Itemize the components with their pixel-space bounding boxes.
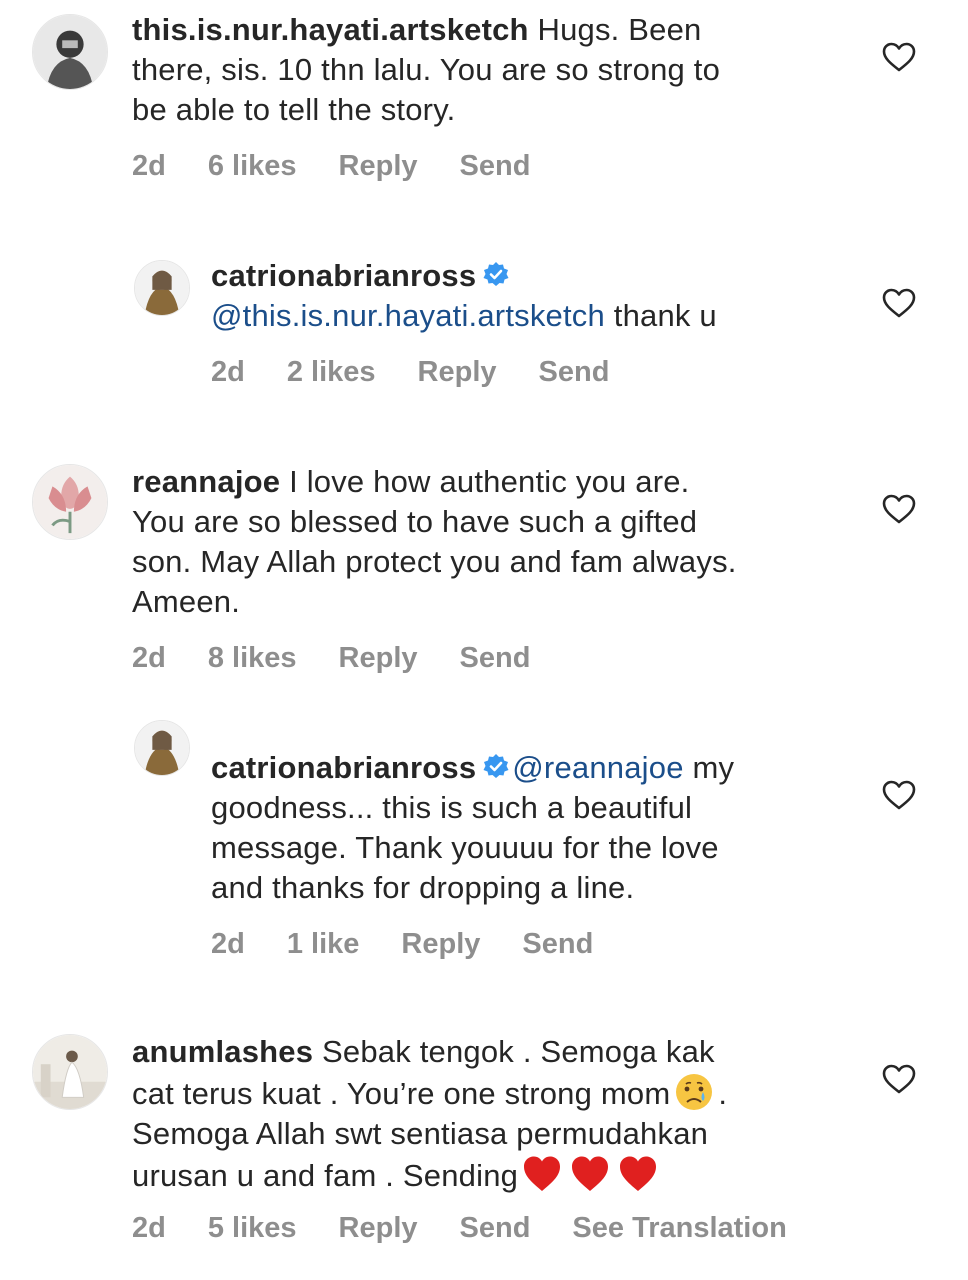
send-button[interactable]: Send — [460, 1212, 531, 1245]
send-button[interactable]: Send — [460, 642, 531, 675]
timestamp: 2d — [132, 150, 166, 182]
reply-button[interactable]: Reply — [339, 642, 418, 675]
comment-meta: 2d 5 likes Reply Send See Translation — [132, 1212, 829, 1245]
likes-count[interactable]: 8 likes — [208, 642, 297, 675]
avatar[interactable] — [32, 464, 108, 540]
timestamp: 2d — [211, 928, 245, 960]
comment-meta: 2d 1 like Reply Send — [211, 928, 635, 961]
red-heart-emoji — [620, 1156, 657, 1191]
timestamp: 2d — [132, 642, 166, 674]
avatar[interactable] — [32, 14, 108, 90]
send-button[interactable]: Send — [460, 150, 531, 183]
send-button[interactable]: Send — [539, 356, 610, 389]
comment-username[interactable]: catrionabrianross — [211, 258, 476, 293]
comment-text: anumlashes Sebak tengok . Semoga kak cat… — [132, 1034, 728, 1193]
see-translation-button[interactable]: See Translation — [572, 1212, 786, 1245]
comment-text: catrionabrianross @this.is.nur.hayati.ar… — [211, 258, 717, 333]
red-heart-emoji — [524, 1156, 561, 1191]
heart-outline-icon[interactable] — [882, 1064, 916, 1094]
comment-username[interactable]: catrionabrianross — [211, 750, 476, 785]
avatar[interactable] — [32, 1034, 108, 1110]
likes-count[interactable]: 2 likes — [287, 356, 376, 389]
comment-text: reannajoe I love how authentic you are. … — [132, 464, 737, 619]
reply-button[interactable]: Reply — [339, 150, 418, 183]
heart-outline-icon[interactable] — [882, 288, 916, 318]
comment-username[interactable]: anumlashes — [132, 1034, 313, 1069]
comment-text: this.is.nur.hayati.artsketch Hugs. Been … — [132, 12, 721, 127]
mention-link[interactable]: @this.is.nur.hayati.artsketch — [211, 298, 605, 333]
likes-count[interactable]: 1 like — [287, 928, 360, 961]
heart-outline-icon[interactable] — [882, 42, 916, 72]
reply-button[interactable]: Reply — [418, 356, 497, 389]
comment-meta: 2d 6 likes Reply Send — [132, 150, 572, 183]
mention-link[interactable]: @reannajoe — [512, 750, 683, 785]
timestamp: 2d — [132, 1212, 166, 1244]
comment-username[interactable]: reannajoe — [132, 464, 280, 499]
comment-username[interactable]: this.is.nur.hayati.artsketch — [132, 12, 529, 47]
likes-count[interactable]: 5 likes — [208, 1212, 297, 1245]
comment-meta: 2d 2 likes Reply Send — [211, 356, 651, 389]
reply-button[interactable]: Reply — [401, 928, 480, 961]
likes-count[interactable]: 6 likes — [208, 150, 297, 183]
verified-badge-icon — [483, 262, 509, 286]
heart-outline-icon[interactable] — [882, 780, 916, 810]
comment-meta: 2d 8 likes Reply Send — [132, 642, 572, 675]
red-heart-emoji — [572, 1156, 609, 1191]
avatar[interactable] — [134, 260, 190, 316]
comment-text: catrionabrianross @reannajoe my goodness.… — [211, 750, 735, 905]
send-button[interactable]: Send — [522, 928, 593, 961]
heart-outline-icon[interactable] — [882, 494, 916, 524]
avatar[interactable] — [134, 720, 190, 776]
verified-badge-icon — [483, 754, 509, 778]
crying-face-emoji — [676, 1074, 713, 1110]
reply-button[interactable]: Reply — [339, 1212, 418, 1245]
timestamp: 2d — [211, 356, 245, 388]
